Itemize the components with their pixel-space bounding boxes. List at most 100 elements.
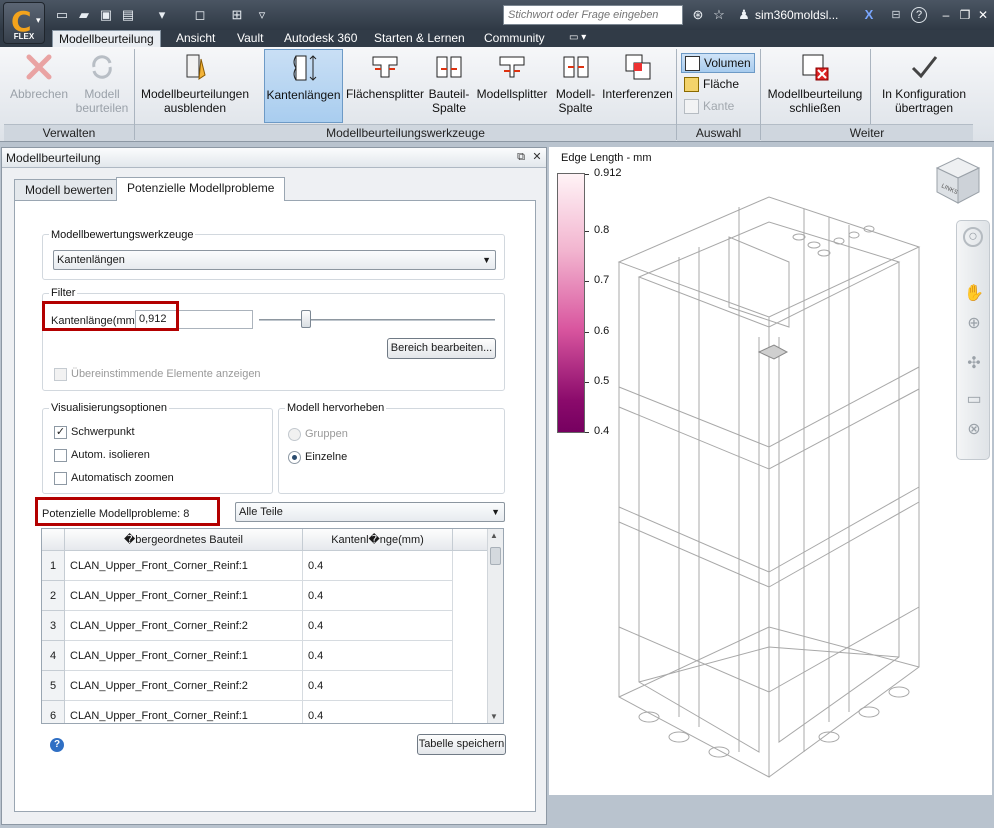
legend-label: 0.6 xyxy=(594,325,610,337)
appearance-icon[interactable]: ◻ xyxy=(191,6,209,24)
save-all-icon[interactable]: ▤ xyxy=(119,6,137,24)
modellspalte-button[interactable]: Modell- Spalte xyxy=(553,49,598,123)
restore-button[interactable]: ❐ xyxy=(955,6,975,24)
3d-viewport[interactable]: Edge Length - mm 0.912 0.8 0.7 0.6 0.5 0… xyxy=(549,147,992,795)
app-label: FLEX xyxy=(13,32,35,41)
help-icon[interactable]: ? xyxy=(911,7,927,23)
bauteilspalte-button[interactable]: Bauteil- Spalte xyxy=(428,49,470,123)
modellsplitter-button[interactable]: Modellsplitter xyxy=(474,49,550,123)
cell-bauteil: CLAN_Upper_Front_Corner_Reinf:1 xyxy=(65,641,303,671)
hervorheben-group-title: Modell hervorheben xyxy=(285,402,387,414)
row-number: 4 xyxy=(42,641,65,671)
customize-qat-icon[interactable]: ▿ xyxy=(253,6,271,24)
modell-beurteilen-label-2: beurteilen xyxy=(75,101,129,115)
bereich-bearbeiten-button[interactable]: Bereich bearbeiten... xyxy=(387,338,496,359)
in-konfiguration-uebertragen-button[interactable]: In Konfiguration übertragen xyxy=(874,49,974,123)
close-panel-icon[interactable]: ✕ xyxy=(530,150,544,164)
modell-beurteilen-button[interactable]: Modell beurteilen xyxy=(72,49,132,123)
table-row[interactable]: 5 CLAN_Upper_Front_Corner_Reinf:2 0.4 xyxy=(42,671,488,701)
row-number: 1 xyxy=(42,551,65,581)
column-header-bauteil[interactable]: �bergeordnetes Bauteil xyxy=(65,529,303,551)
refresh-icon xyxy=(92,55,112,79)
app-menu-button[interactable]: C ▾ FLEX xyxy=(3,2,45,44)
parameters-icon[interactable]: ⊞ xyxy=(228,6,246,24)
interferenzen-button[interactable]: Interferenzen xyxy=(601,49,674,123)
tab-ansicht[interactable]: Ansicht xyxy=(170,30,221,47)
kantenlaengen-label: Kantenlängen xyxy=(266,88,341,102)
flaechensplitter-button[interactable]: Flächensplitter xyxy=(345,49,425,123)
close-window-button[interactable]: ✕ xyxy=(973,6,993,24)
column-header-kantenlaenge[interactable]: Kantenl�nge(mm) xyxy=(303,529,453,551)
flaeche-button[interactable]: Fläche xyxy=(681,75,755,95)
pan-hand-icon[interactable]: ✋ xyxy=(963,283,985,305)
volume-cursor-icon xyxy=(685,56,700,71)
einzelne-radio[interactable]: Einzelne xyxy=(288,451,347,464)
tab-modell-bewerten[interactable]: Modell bewerten xyxy=(14,179,125,201)
cell-bauteil: CLAN_Upper_Front_Corner_Reinf:1 xyxy=(65,551,303,581)
zoomen-checkbox[interactable]: Automatisch zoomen xyxy=(54,472,174,485)
cell-bauteil: CLAN_Upper_Front_Corner_Reinf:1 xyxy=(65,581,303,611)
orbit-icon[interactable]: ✣ xyxy=(963,353,985,375)
favorites-star-icon[interactable]: ☆ xyxy=(710,6,728,24)
row-number: 5 xyxy=(42,671,65,701)
tab-modellbeurteilung[interactable]: Modellbeurteilung xyxy=(52,30,161,47)
steering-wheel-icon[interactable]: ○ xyxy=(963,227,983,247)
dock-icon[interactable]: ⧉ xyxy=(514,150,528,164)
scroll-down-icon[interactable]: ▼ xyxy=(490,712,498,721)
modellbeurteilung-schliessen-button[interactable]: Modellbeurteilung schließen xyxy=(763,49,867,123)
table-row[interactable]: 6 CLAN_Upper_Front_Corner_Reinf:1 0.4 xyxy=(42,701,488,723)
material-icon[interactable]: ▾ xyxy=(153,6,171,24)
isolieren-checkbox[interactable]: Autom. isolieren xyxy=(54,449,150,462)
gruppen-radio[interactable]: Gruppen xyxy=(288,428,348,441)
modellspalte-label-2: Spalte xyxy=(558,101,593,115)
tab-potenzielle-modellprobleme[interactable]: Potenzielle Modellprobleme xyxy=(116,177,286,201)
minimize-button[interactable]: – xyxy=(936,6,956,24)
full-navigation-icon[interactable]: ⊗ xyxy=(963,419,985,441)
scroll-up-icon[interactable]: ▲ xyxy=(490,531,498,540)
tabelle-speichern-button[interactable]: Tabelle speichern xyxy=(417,734,506,755)
teile-select[interactable]: Alle Teile ▼ xyxy=(235,502,505,522)
uebereinstimmende-checkbox[interactable]: Übereinstimmende Elemente anzeigen xyxy=(54,368,261,381)
scroll-thumb[interactable] xyxy=(490,547,501,565)
slider-track[interactable] xyxy=(259,319,495,321)
search-input[interactable] xyxy=(503,5,683,25)
slider-thumb[interactable] xyxy=(301,310,311,328)
exchange-apps-icon[interactable]: X xyxy=(860,6,878,24)
modellbeurteilungen-ausblenden-button[interactable]: Modellbeurteilungen ausblenden xyxy=(137,49,253,123)
open-folder-icon[interactable]: ▰ xyxy=(75,6,93,24)
schwerpunkt-checkbox[interactable]: ✓ Schwerpunkt xyxy=(54,426,135,439)
network-icon[interactable]: ⊟ xyxy=(887,6,905,24)
tab-community[interactable]: Community xyxy=(478,30,551,47)
radio-dot xyxy=(288,428,301,441)
zoom-icon[interactable]: ⊕ xyxy=(963,313,985,335)
interference-icon xyxy=(625,54,650,80)
werkzeug-select[interactable]: Kantenlängen ▼ xyxy=(53,250,496,270)
binoculars-icon[interactable]: ⊛ xyxy=(689,6,707,24)
ribbon-minimize-toggle[interactable]: ▭ ▾ xyxy=(563,30,592,47)
help-icon[interactable]: ? xyxy=(50,738,64,752)
new-file-icon[interactable]: ▭ xyxy=(53,6,71,24)
user-icon[interactable]: ♟ xyxy=(735,6,753,24)
werkzeug-select-value: Kantenlängen xyxy=(57,254,125,266)
tab-autodesk-360[interactable]: Autodesk 360 xyxy=(278,30,363,47)
tab-vault[interactable]: Vault xyxy=(231,30,269,47)
table-row[interactable]: 3 CLAN_Upper_Front_Corner_Reinf:2 0.4 xyxy=(42,611,488,641)
filter-group-title: Filter xyxy=(49,287,78,299)
table-scrollbar[interactable]: ▲ ▼ xyxy=(487,529,503,723)
volumen-button[interactable]: Volumen xyxy=(681,53,755,73)
table-corner xyxy=(42,529,65,551)
table-row[interactable]: 1 CLAN_Upper_Front_Corner_Reinf:1 0.4 xyxy=(42,551,488,581)
cabinet-model[interactable] xyxy=(609,177,929,792)
table-row[interactable]: 2 CLAN_Upper_Front_Corner_Reinf:1 0.4 xyxy=(42,581,488,611)
kantenlaengen-button[interactable]: Kantenlängen xyxy=(264,49,343,123)
abbrechen-button[interactable]: Abbrechen xyxy=(4,49,74,123)
look-at-icon[interactable]: ▭ xyxy=(963,389,985,411)
tab-starten-lernen[interactable]: Starten & Lernen xyxy=(368,30,471,47)
viewcube[interactable]: LINKS xyxy=(933,155,983,207)
table-row[interactable]: 4 CLAN_Upper_Front_Corner_Reinf:1 0.4 xyxy=(42,641,488,671)
kante-button[interactable]: Kante xyxy=(681,97,755,117)
model-gap-icon xyxy=(563,56,588,78)
legend-label: 0.7 xyxy=(594,274,610,286)
user-name[interactable]: sim360moldsl... xyxy=(755,8,838,22)
save-icon[interactable]: ▣ xyxy=(97,6,115,24)
